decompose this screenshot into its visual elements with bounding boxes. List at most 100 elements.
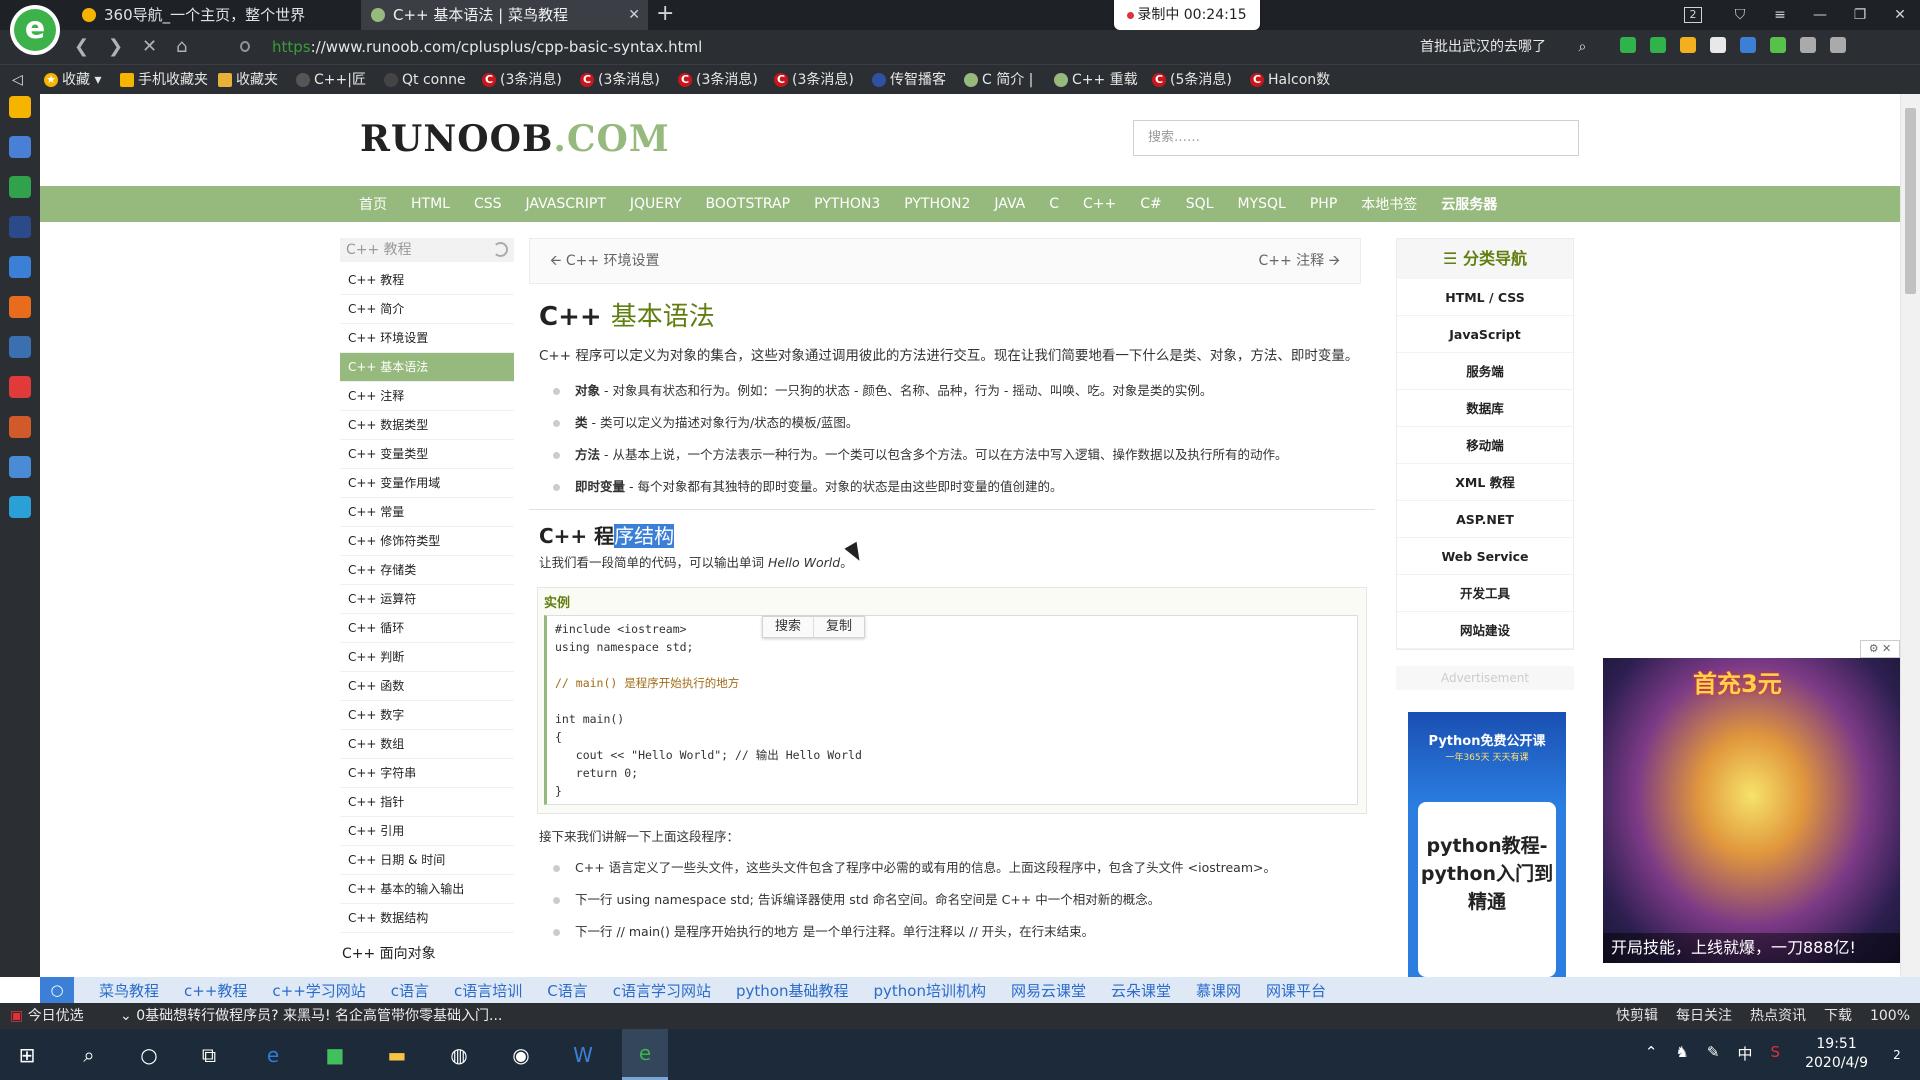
bookmark-c-intro[interactable]: C 简介 | xyxy=(964,65,1033,95)
category-xml[interactable]: XML 教程 xyxy=(1397,464,1573,501)
restore-icon[interactable]: ❐ xyxy=(1840,7,1880,23)
video-icon[interactable] xyxy=(9,376,31,398)
qt-creator-icon[interactable]: ■ xyxy=(312,1029,358,1080)
category-aspnet[interactable]: ASP.NET xyxy=(1397,501,1573,538)
sidebar-item[interactable]: C++ 修饰符类型 xyxy=(340,527,514,556)
game-icon[interactable] xyxy=(1710,37,1726,53)
daily-follow[interactable]: 每日关注 xyxy=(1676,1003,1732,1029)
nav-cloud-server[interactable]: 云服务器 xyxy=(1441,194,1497,214)
quick-link[interactable]: c语言学习网站 xyxy=(613,980,711,1001)
quick-link[interactable]: c语言 xyxy=(391,980,429,1001)
nav-php[interactable]: PHP xyxy=(1310,196,1337,212)
forward-icon[interactable]: ❯ xyxy=(108,36,123,57)
sidebar-item[interactable]: C++ 函数 xyxy=(340,672,514,701)
sidebar-item[interactable]: C++ 指针 xyxy=(340,788,514,817)
skin-icon[interactable]: ⛉ xyxy=(1720,7,1760,23)
popup-copy-button[interactable]: 复制 xyxy=(814,617,864,637)
quick-link[interactable]: 网易云课堂 xyxy=(1011,980,1086,1001)
system-clock[interactable]: 19:51 2020/4/9 xyxy=(1805,1035,1868,1073)
sidebar-item[interactable]: C++ 变量作用域 xyxy=(340,469,514,498)
address-search-box[interactable]: 首批出武汉的去哪了 ⌕ xyxy=(1420,35,1610,59)
close-tab-icon[interactable]: ✕ xyxy=(628,0,640,30)
site-search-input[interactable]: 搜索…… xyxy=(1133,120,1579,156)
category-javascript[interactable]: JavaScript xyxy=(1397,316,1573,353)
quick-edit[interactable]: 快剪辑 xyxy=(1616,1003,1658,1029)
start-icon[interactable]: ⊞ xyxy=(4,1029,50,1080)
quick-link[interactable]: 菜鸟教程 xyxy=(99,980,159,1001)
sidebar-item[interactable]: C++ 简介 xyxy=(340,295,514,324)
task-view-icon[interactable]: ⧉ xyxy=(186,1029,232,1080)
sidebar-item[interactable]: C++ 引用 xyxy=(340,817,514,846)
reload-icon[interactable]: ✕ xyxy=(142,36,157,57)
popup-search-button[interactable]: 搜索 xyxy=(763,617,815,637)
shield-icon[interactable] xyxy=(1680,37,1696,53)
browser-menu-icon[interactable] xyxy=(1830,37,1846,53)
category-database[interactable]: 数据库 xyxy=(1397,390,1573,427)
bookmarks-collapse-icon[interactable]: ◁ xyxy=(12,65,23,95)
bookmark-folder[interactable]: 收藏夹 xyxy=(218,65,278,95)
sidebar-item[interactable]: C++ 基本的输入输出 xyxy=(340,875,514,904)
favorites-icon[interactable] xyxy=(9,96,31,118)
category-html-css[interactable]: HTML / CSS xyxy=(1397,279,1573,316)
sidebar-item[interactable]: C++ 日期 & 时间 xyxy=(340,846,514,875)
game3-icon[interactable] xyxy=(9,456,31,478)
file-explorer-icon[interactable]: ▬ xyxy=(374,1029,420,1080)
game-ad[interactable]: ⚙ ✕ 首充3元 开局技能，上线就爆，一刀888亿! xyxy=(1603,640,1900,963)
quick-link[interactable]: 慕课网 xyxy=(1196,980,1241,1001)
next-link[interactable]: C++ 注释 🡪 xyxy=(1258,239,1340,283)
battery-icon[interactable] xyxy=(1770,37,1786,53)
sidebar-item[interactable]: C++ 基本语法 xyxy=(340,353,514,382)
sidebar-item[interactable]: C++ 运算符 xyxy=(340,585,514,614)
nav-javascript[interactable]: JAVASCRIPT xyxy=(526,196,606,212)
bookmark-csdn-5[interactable]: C (5条消息) xyxy=(1152,65,1232,95)
nav-java[interactable]: JAVA xyxy=(994,196,1025,212)
quick-link[interactable]: python培训机构 xyxy=(874,980,986,1001)
quick-link[interactable]: python基础教程 xyxy=(736,980,848,1001)
page-scrollbar[interactable] xyxy=(1900,94,1920,977)
dark-mode-icon[interactable] xyxy=(493,242,508,257)
sidebar-item[interactable]: C++ 数字 xyxy=(340,701,514,730)
search-icon[interactable]: ⌕ xyxy=(1578,39,1586,55)
qq-icon[interactable]: ♞ xyxy=(1675,1043,1688,1064)
sogou-icon[interactable]: S xyxy=(1770,1043,1780,1064)
news-icon[interactable] xyxy=(9,216,31,238)
edge-icon[interactable]: e xyxy=(250,1029,296,1080)
tray-expand-icon[interactable]: ⌃ xyxy=(1645,1043,1658,1064)
shop-icon[interactable] xyxy=(9,296,31,318)
sidebar-item[interactable]: C++ 环境设置 xyxy=(340,324,514,353)
ime-indicator[interactable]: 中 xyxy=(1737,1043,1752,1064)
sidebar-item[interactable]: C++ 判断 xyxy=(340,643,514,672)
close-window-icon[interactable]: ✕ xyxy=(1880,7,1920,23)
nav-mysql[interactable]: MYSQL xyxy=(1238,196,1286,212)
bookmark-qt[interactable]: Qt conne xyxy=(384,65,466,95)
search-taskbar-icon[interactable]: ⌕ xyxy=(66,1029,112,1080)
nav-home[interactable]: 首页 xyxy=(359,194,387,214)
prev-link[interactable]: 🡨 C++ 环境设置 xyxy=(550,239,660,283)
extension-green-icon[interactable] xyxy=(1650,37,1666,53)
game-app-icon[interactable] xyxy=(9,336,31,358)
minimize-icon[interactable]: — xyxy=(1800,7,1840,23)
sidebar-item[interactable]: C++ 字符串 xyxy=(340,759,514,788)
python-ad[interactable]: Python免费公开课 一年365天 天天有课 python教程-python入… xyxy=(1408,712,1566,977)
sidebar-item[interactable]: C++ 注释 xyxy=(340,382,514,411)
nav-local-bookmarks[interactable]: 本地书签 xyxy=(1361,194,1417,214)
nav-c[interactable]: C xyxy=(1049,196,1059,212)
quick-link[interactable]: c语言培训 xyxy=(454,980,522,1001)
category-web-service[interactable]: Web Service xyxy=(1397,538,1573,575)
tab-cpp-syntax[interactable]: C++ 基本语法 | 菜鸟教程 ✕ xyxy=(361,0,648,30)
hot-news[interactable]: 热点资讯 xyxy=(1750,1003,1806,1029)
menu-icon[interactable]: ≡ xyxy=(1760,7,1800,23)
app-circle-icon[interactable]: ◉ xyxy=(498,1029,544,1080)
bookmark-mobile[interactable]: 手机收藏夹 xyxy=(120,65,208,95)
browser-logo[interactable]: e xyxy=(10,5,60,55)
extension-scissors-icon[interactable] xyxy=(1620,37,1636,53)
quick-link[interactable]: C语言 xyxy=(547,980,587,1001)
nav-css[interactable]: CSS xyxy=(474,196,502,212)
nav-bootstrap[interactable]: BOOTSTRAP xyxy=(706,196,791,212)
quick-link[interactable]: c++教程 xyxy=(184,980,247,1001)
nav-jquery[interactable]: JQUERY xyxy=(630,196,682,212)
bookmark-halcon[interactable]: C Halcon数 xyxy=(1250,65,1330,95)
nav-cpp[interactable]: C++ xyxy=(1083,196,1116,212)
download[interactable]: 下载 xyxy=(1824,1003,1852,1029)
bookmark-csdn-1[interactable]: C (3条消息) xyxy=(482,65,562,95)
